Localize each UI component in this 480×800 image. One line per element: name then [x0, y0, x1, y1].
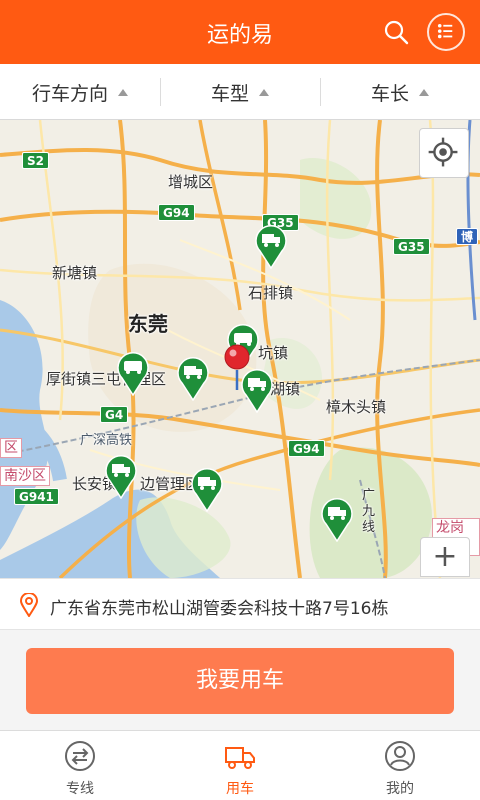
truck-pin-icon[interactable]	[104, 453, 138, 499]
location-pin-icon	[20, 593, 38, 617]
filter-vehicle-length[interactable]: 车长	[320, 64, 480, 120]
user-profile-icon	[385, 741, 415, 771]
sort-up-icon	[259, 88, 269, 96]
route-exchange-icon	[65, 741, 95, 771]
map-view[interactable]: S2 G94 G35 G35 G4 G94 G941 增城区 新塘镇 石排镇 东…	[0, 120, 480, 578]
truck-pin-icon[interactable]	[190, 466, 224, 512]
road-badge: S2	[22, 152, 49, 169]
road-badge: G94	[288, 440, 325, 457]
filter-direction[interactable]: 行车方向	[0, 64, 160, 120]
tab-route[interactable]: 专线	[0, 731, 160, 800]
road-badge: G941	[14, 488, 59, 505]
filter-bar: 行车方向 车型 车长	[0, 64, 480, 120]
tab-mine-label: 我的	[386, 781, 414, 797]
zoom-in-button[interactable]: +	[420, 537, 470, 577]
address-text: 广东省东莞市松山湖管委会科技十路7号16栋	[50, 599, 389, 619]
tab-mine[interactable]: 我的	[320, 731, 480, 800]
crosshair-locate-icon	[428, 137, 458, 167]
area-label: 区	[0, 438, 22, 458]
road-badge: G4	[100, 406, 129, 423]
place-label-railway: 广九线	[362, 488, 376, 535]
place-label: 石排镇	[248, 284, 294, 302]
search-icon[interactable]	[382, 18, 410, 46]
place-label: 湖镇	[270, 380, 301, 398]
place-label-edge: 博	[456, 228, 479, 245]
sort-up-icon	[118, 88, 128, 96]
place-label-railway: 广深高铁	[80, 433, 133, 448]
place-label: 坑镇	[258, 344, 289, 362]
app-header: 运的易	[0, 0, 480, 64]
place-label: 增城区	[168, 173, 214, 191]
truck-pin-icon[interactable]	[320, 496, 354, 542]
place-label: 新塘镇	[52, 264, 98, 282]
tab-route-label: 专线	[66, 781, 94, 797]
sort-up-icon	[419, 88, 429, 96]
list-menu-icon[interactable]	[427, 13, 465, 51]
filter-vehicle-type[interactable]: 车型	[160, 64, 320, 120]
tab-use-vehicle-label: 用车	[226, 781, 254, 797]
request-vehicle-button[interactable]: 我要用车	[26, 648, 454, 714]
filter-vehicle-type-label: 车型	[210, 82, 249, 105]
bottom-tab-bar: 专线 用车 我的	[0, 730, 480, 800]
filter-vehicle-length-label: 车长	[370, 82, 409, 105]
truck-pin-icon[interactable]	[176, 355, 210, 401]
truck-pin-icon[interactable]	[116, 350, 150, 396]
truck-pin-icon[interactable]	[254, 223, 288, 269]
road-badge: G35	[393, 238, 430, 255]
filter-direction-label: 行车方向	[31, 82, 108, 105]
place-label-city: 东莞	[128, 312, 168, 336]
current-location-pin-icon	[224, 344, 250, 390]
tab-use-vehicle[interactable]: 用车	[160, 731, 320, 800]
road-badge: G94	[158, 204, 195, 221]
address-bar[interactable]: 广东省东莞市松山湖管委会科技十路7号16栋	[0, 578, 480, 630]
truck-icon	[225, 747, 255, 769]
area-label: 南沙区	[0, 466, 50, 486]
place-label: 樟木头镇	[326, 398, 387, 416]
locate-button[interactable]	[419, 128, 469, 178]
